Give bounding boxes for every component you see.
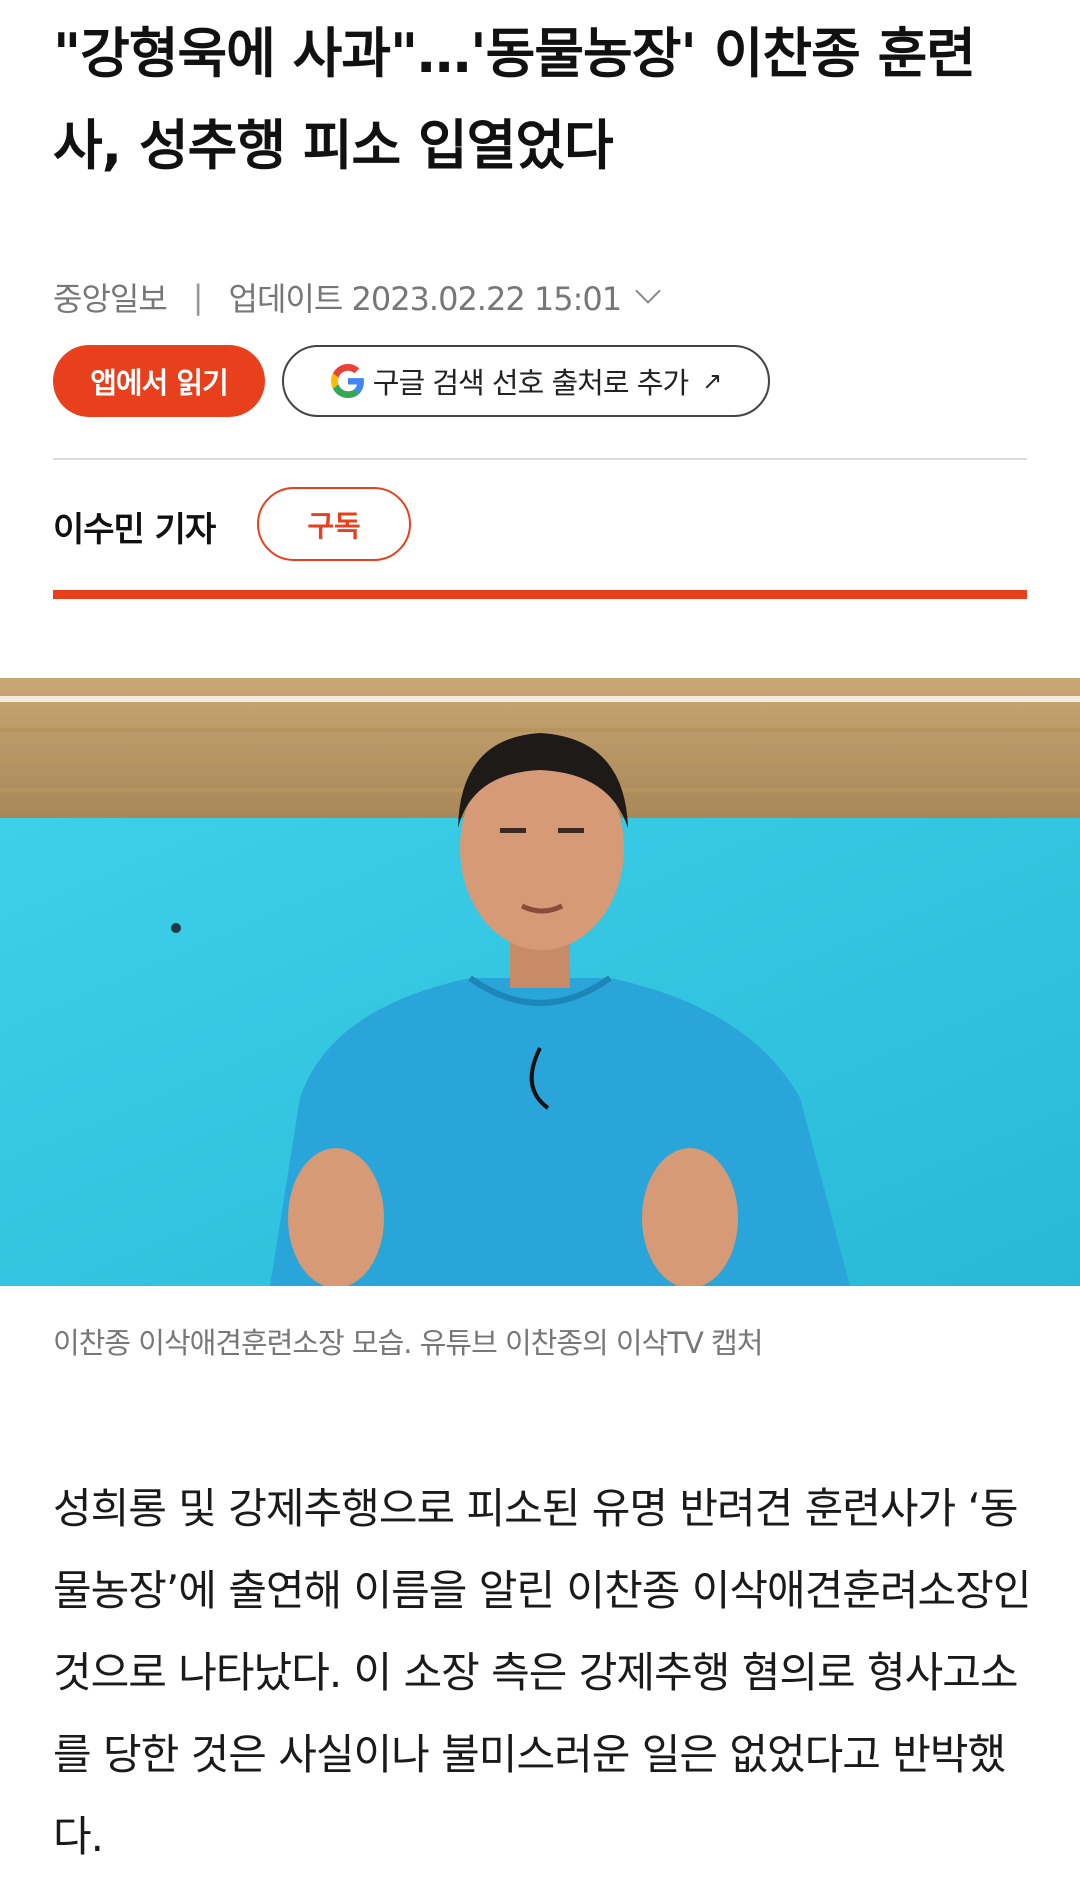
meta-separator: |	[192, 278, 204, 316]
google-g-icon	[330, 364, 364, 398]
section-accent-bar	[53, 590, 1027, 599]
chevron-down-icon[interactable]	[635, 278, 661, 304]
subscribe-button[interactable]: 구독	[257, 487, 411, 561]
article-photo	[0, 678, 1080, 1286]
article-body: 성희롱 및 강제추행으로 피소된 유명 반려견 훈련사가 ‘동물농장’에 출연해…	[53, 1484, 1031, 1861]
source-name: 중앙일보	[53, 280, 168, 318]
divider	[53, 458, 1027, 460]
add-google-source-button[interactable]: 구글 검색 선호 출처로 추가 ↗	[282, 345, 770, 417]
article-headline: "강형욱에 사과"…'동물농장' 이찬종 훈련사, 성추행 피소 입열었다	[53, 22, 976, 177]
article-meta: 중앙일보 | 업데이트 2023.02.22 15:01	[53, 275, 661, 319]
updated-time: 업데이트 2023.02.22 15:01	[228, 280, 623, 318]
reporter-name: 이수민 기자	[53, 509, 216, 550]
external-arrow-icon: ↗	[702, 367, 722, 395]
photo-caption: 이찬종 이삭애견훈련소장 모습. 유튜브 이찬종의 이삭TV 캡처	[53, 1326, 763, 1360]
read-in-app-button[interactable]: 앱에서 읽기	[53, 345, 265, 417]
google-source-label: 구글 검색 선호 출처로 추가	[372, 366, 689, 400]
